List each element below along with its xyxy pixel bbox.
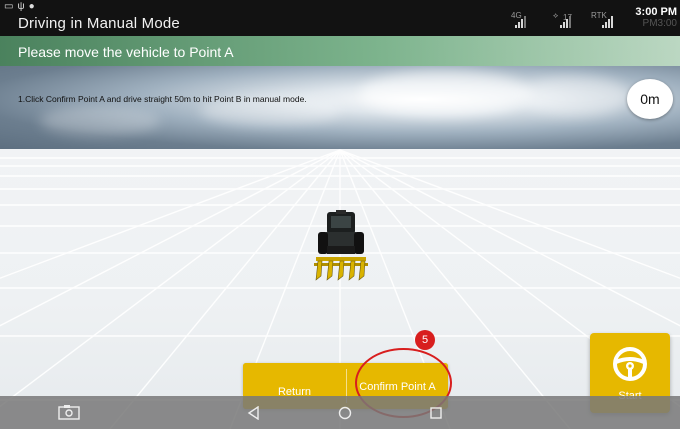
app-screen: ▭ ψ ● Driving in Manual Mode 4G ⟡ 17 RTK… [0, 0, 680, 429]
satellite-signal-icon [560, 14, 574, 28]
sky-panel [0, 66, 680, 149]
notification-icons: ▭ ψ ● [4, 1, 35, 12]
usb-icon: ψ [17, 1, 25, 12]
annotation-step-badge: 5 [415, 330, 435, 350]
notification-dot-icon: ● [28, 1, 35, 12]
recents-icon[interactable] [429, 406, 443, 420]
back-icon[interactable] [247, 406, 261, 420]
page-title: Driving in Manual Mode [18, 15, 180, 32]
tractor-icon [314, 210, 368, 281]
steering-wheel-icon [613, 347, 647, 381]
clock-secondary: PM3:00 [642, 18, 677, 29]
status-bar: ▭ ψ ● Driving in Manual Mode 4G ⟡ 17 RTK… [0, 0, 680, 36]
satellite-icon: ⟡ [553, 11, 559, 20]
instruction-banner: Please move the vehicle to Point A [0, 36, 680, 66]
navigation-bar [0, 396, 680, 429]
cell-signal-icon [515, 14, 529, 28]
banner-text: Please move the vehicle to Point A [18, 44, 234, 60]
distance-indicator: 0m [627, 79, 673, 119]
clock: 3:00 PM [635, 6, 677, 18]
rtk-signal-icon [602, 14, 616, 28]
home-icon[interactable] [338, 406, 352, 420]
camera-icon[interactable] [58, 404, 80, 420]
screen-icon: ▭ [4, 1, 14, 12]
instruction-text: 1.Click Confirm Point A and drive straig… [18, 94, 307, 104]
